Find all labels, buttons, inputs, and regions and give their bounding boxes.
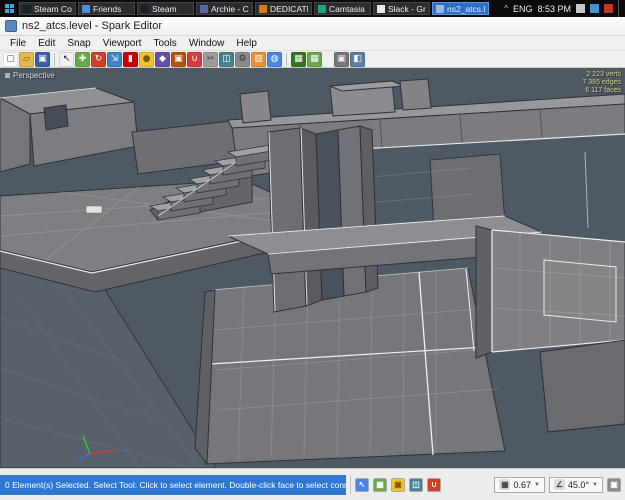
taskbar-item-label: Steam — [152, 4, 177, 14]
screenshot-camera-icon[interactable]: ▣ — [334, 52, 349, 67]
taskbar-item-spark-editor[interactable]: ns2_atcs.level... — [432, 2, 489, 15]
volume-icon[interactable] — [590, 4, 599, 13]
rotate-icon[interactable]: ↻ — [91, 52, 106, 67]
taskbar-item-friends[interactable]: Friends — [78, 2, 135, 15]
start-button[interactable] — [0, 0, 18, 17]
menu-help[interactable]: Help — [230, 38, 263, 49]
select-icon[interactable]: ↖ — [59, 52, 74, 67]
notification-icon[interactable] — [604, 4, 613, 13]
screen: Steam Com... Friends Steam Archie - Chat… — [0, 0, 625, 500]
titlebar: ns2_atcs.level - Spark Editor — [0, 17, 625, 36]
angle-snap-control[interactable]: ∠ 45.0° ▼ — [549, 477, 603, 493]
new-file-icon[interactable]: ▢ — [3, 52, 18, 67]
weld-magnet-icon[interactable]: ∪ — [187, 52, 202, 67]
friends-icon — [82, 5, 90, 13]
texture-label — [86, 206, 102, 213]
open-folder-icon[interactable]: ▱ — [19, 52, 34, 67]
language-indicator[interactable]: ENG — [513, 4, 533, 14]
taskbar-item-steam-community[interactable]: Steam Com... — [19, 2, 76, 15]
toolbar-separator — [286, 53, 287, 66]
magnet-snap-icon[interactable]: ∪ — [427, 478, 441, 492]
grid-size-icon: ▦ — [499, 479, 510, 490]
menu-window[interactable]: Window — [183, 38, 231, 49]
statusbar: 0 Element(s) Selected. Select Tool: Clic… — [0, 468, 625, 500]
server-icon — [259, 5, 267, 13]
network-icon[interactable] — [576, 4, 585, 13]
app-icon — [5, 20, 17, 32]
taskbar-item-label: DEDICATED S... — [270, 4, 308, 14]
menu-tools[interactable]: Tools — [147, 38, 182, 49]
grid-small-icon[interactable]: ▦ — [291, 52, 306, 67]
viewport-mode-label[interactable]: Perspective — [5, 71, 55, 80]
camtasia-icon — [318, 5, 326, 13]
show-desktop-button[interactable] — [618, 0, 621, 17]
scale-icon[interactable]: ⇲ — [107, 52, 122, 67]
status-camera-icon[interactable]: ▣ — [607, 478, 621, 492]
taskbar-item-dedicated-server[interactable]: DEDICATED S... — [255, 2, 312, 15]
viewport-canvas[interactable] — [0, 68, 625, 468]
taskbar: Steam Com... Friends Steam Archie - Chat… — [0, 0, 625, 17]
windows-logo-icon — [5, 4, 14, 13]
taskbar-item-label: Archie - Chat — [211, 4, 249, 14]
angle-snap-value: 45.0° — [568, 480, 589, 490]
angle-icon: ∠ — [554, 479, 565, 490]
spark-editor-icon — [436, 5, 444, 13]
taskbar-item-camtasia[interactable]: Camtasia Stu... — [314, 2, 371, 15]
translate-icon[interactable]: ✚ — [75, 52, 90, 67]
layers-icon[interactable]: ◫ — [409, 478, 423, 492]
taskbar-item-label: Camtasia Stu... — [329, 4, 367, 14]
taskbar-item-label: ns2_atcs.level... — [447, 4, 485, 14]
entity-icon[interactable]: ◆ — [155, 52, 170, 67]
chevron-down-icon: ▼ — [534, 482, 540, 488]
stat-verts: 2 223 verts — [582, 71, 621, 79]
status-message: 0 Element(s) Selected. Select Tool: Clic… — [0, 475, 346, 495]
taskbar-item-label: Friends — [93, 4, 121, 14]
viewport-mode-icon — [5, 73, 10, 78]
taskbar-item-label: Slack - Grang... — [388, 4, 426, 14]
menu-file[interactable]: File — [4, 38, 32, 49]
grid-toggle-icon[interactable]: ▦ — [373, 478, 387, 492]
stat-faces: 6 117 faces — [582, 87, 621, 95]
viewport-3d[interactable]: Perspective 2 223 verts 7 385 edges 6 11… — [0, 68, 625, 468]
grid-size-control[interactable]: ▦ 0.67 ▼ — [494, 477, 544, 493]
chat-icon — [200, 5, 208, 13]
steam-icon — [23, 5, 31, 13]
grid-size-value: 0.67 — [513, 480, 531, 490]
toolbar: ▢ ▱ ▣ ↖ ✚ ↻ ⇲ ▮ ● ◆ ▣ ∪ ✂ ◫ ⚙ ▥ ◍ ▦ ▦ ▣ … — [0, 50, 625, 68]
taskbar-item-steam[interactable]: Steam — [137, 2, 194, 15]
clip-icon[interactable]: ✂ — [203, 52, 218, 67]
grid-large-icon[interactable]: ▦ — [307, 52, 322, 67]
save-icon[interactable]: ▣ — [35, 52, 50, 67]
window-title: ns2_atcs.level - Spark Editor — [22, 20, 162, 32]
viewport-layout-icon[interactable]: ◧ — [350, 52, 365, 67]
viewport-stats: 2 223 verts 7 385 edges 6 117 faces — [582, 71, 621, 95]
texture-lock-icon[interactable]: ▣ — [391, 478, 405, 492]
taskbar-item-archie-chat[interactable]: Archie - Chat — [196, 2, 253, 15]
menubar: File Edit Snap Viewport Tools Window Hel… — [0, 36, 625, 50]
toolbar-separator — [54, 53, 55, 66]
tray-caret-icon[interactable]: ^ — [504, 4, 508, 13]
paint-icon[interactable]: ▮ — [123, 52, 138, 67]
light-icon[interactable]: ● — [139, 52, 154, 67]
mirror-icon[interactable]: ◫ — [219, 52, 234, 67]
select-mode-icon[interactable]: ↖ — [355, 478, 369, 492]
system-tray: ^ ENG 8:53 PM — [504, 0, 625, 17]
globe-icon[interactable]: ◍ — [267, 52, 282, 67]
taskbar-item-label: Steam Com... — [34, 4, 72, 14]
slack-icon — [377, 5, 385, 13]
menu-snap[interactable]: Snap — [61, 38, 96, 49]
menu-viewport[interactable]: Viewport — [97, 38, 148, 49]
menu-edit[interactable]: Edit — [32, 38, 61, 49]
chevron-down-icon: ▼ — [592, 482, 598, 488]
taskbar-item-slack[interactable]: Slack - Grang... — [373, 2, 430, 15]
status-separator — [350, 476, 351, 494]
steam-icon — [141, 5, 149, 13]
settings-gear-icon[interactable]: ⚙ — [235, 52, 250, 67]
stat-edges: 7 385 edges — [582, 79, 621, 87]
clock[interactable]: 8:53 PM — [537, 4, 571, 14]
prop-icon[interactable]: ▣ — [171, 52, 186, 67]
package-icon[interactable]: ▥ — [251, 52, 266, 67]
